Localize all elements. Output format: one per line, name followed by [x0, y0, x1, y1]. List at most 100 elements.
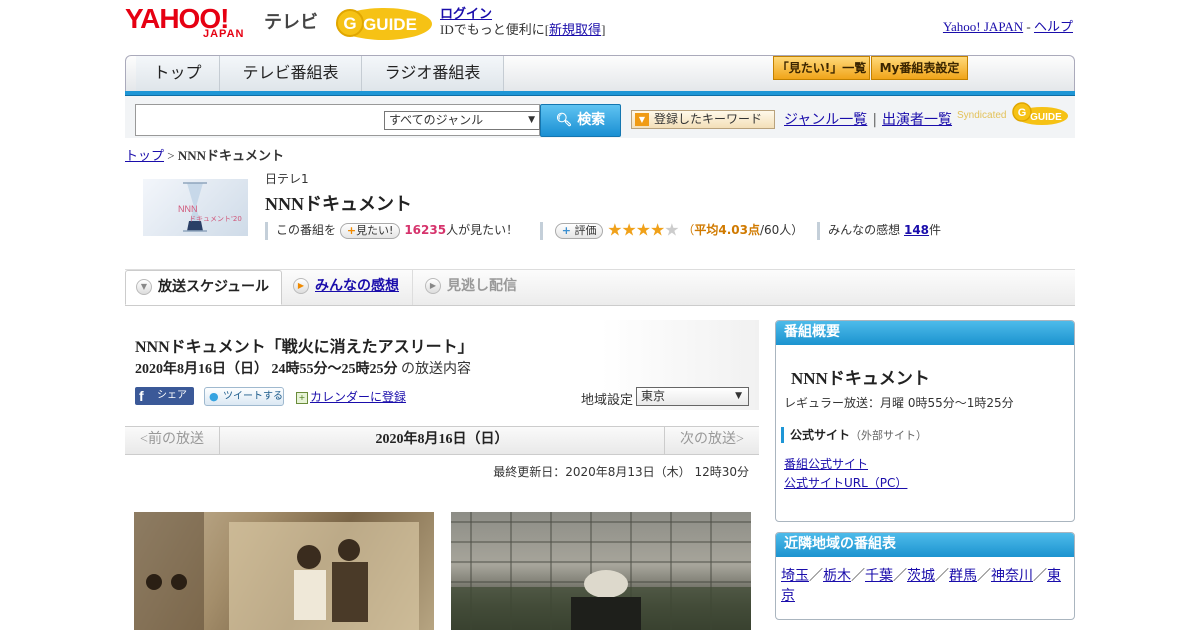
next-broadcast-button[interactable]: 次の放送> — [664, 426, 759, 455]
region-select-value: 東京 — [641, 389, 666, 403]
link-separator: | — [872, 112, 878, 128]
review-count-link[interactable]: 148 — [904, 223, 929, 237]
region-link-kanagawa[interactable]: 神奈川 — [991, 568, 1033, 584]
watch-prefix: この番組を — [276, 223, 337, 237]
calendar-icon: + — [296, 391, 308, 404]
tab-radio-schedule[interactable]: ラジオ番組表 — [362, 56, 504, 91]
registered-keyword-label: 登録したキーワード — [654, 112, 763, 126]
region-label: 地域設定 — [581, 393, 634, 408]
divider — [265, 221, 268, 240]
watch-suffix: 人が見たい！ — [446, 223, 519, 237]
divider — [817, 221, 821, 240]
official-site-url-link[interactable]: 公式サイトURL（PC） — [784, 474, 907, 491]
thumbnail-caption-top: NNN — [178, 204, 198, 214]
twitter-bird-icon: ● — [209, 390, 219, 403]
facebook-share-button[interactable]: f シェア — [135, 387, 194, 405]
thumbnail-caption-bottom: ドキュメント'20 — [189, 215, 242, 223]
help-link[interactable]: ヘルプ — [1034, 19, 1073, 34]
search-icon: 🔍︎ — [555, 113, 573, 128]
region-select[interactable]: 東京 ▼ — [636, 387, 749, 406]
review-suffix: 件 — [929, 223, 942, 237]
tab-schedule[interactable]: ▼ 放送スケジュール — [125, 270, 282, 305]
region-link-chiba[interactable]: 千葉 — [865, 568, 893, 584]
breadcrumb-current: NNNドキュメント — [177, 148, 285, 163]
rate-button[interactable]: + 評価 — [554, 222, 604, 239]
calendar-register[interactable]: + カレンダーに登録 — [296, 388, 406, 405]
genre-select[interactable]: すべてのジャンル ▼ — [384, 111, 540, 130]
last-updated: 最終更新日：2020年8月13日（木） 12時30分 — [493, 465, 749, 479]
tab-missed-streaming[interactable]: ▶ 見逃し配信 — [425, 270, 545, 305]
channel-name: 日テレ1 — [265, 172, 309, 186]
region-link-saitama[interactable]: 埼玉 — [781, 568, 809, 584]
syndicated-label: Syndicated — [957, 110, 1007, 121]
chevron-down-icon: ▼ — [635, 113, 649, 126]
breadcrumb: トップ > NNNドキュメント — [125, 145, 284, 164]
region-link-ibaraki[interactable]: 茨城 — [907, 568, 935, 584]
search-button[interactable]: 🔍︎ 検索 — [540, 104, 621, 137]
star-icon: ★ — [635, 220, 651, 241]
star-icon: ★ — [607, 220, 622, 241]
gguide-logo-text: GUIDE — [363, 15, 417, 34]
tab-top[interactable]: トップ — [136, 56, 220, 91]
chevron-down-icon: ▼ — [528, 115, 535, 125]
chevron-down-icon: ▼ — [735, 391, 742, 401]
calendar-register-link[interactable]: カレンダーに登録 — [310, 390, 406, 404]
svg-text:G: G — [343, 14, 356, 33]
nearby-region-list: 埼玉／栃木／千葉／茨城／群馬／神奈川／東京 — [781, 568, 1061, 604]
region-link-gunma[interactable]: 群馬 — [949, 568, 977, 584]
rating-average: （平均4.03点/60人） — [682, 223, 804, 237]
register-link[interactable]: 新規取得 — [549, 22, 601, 37]
review-prefix: みんなの感想 — [828, 223, 901, 237]
mitai-button-label: 見たい! — [356, 223, 394, 237]
play-icon: ▶ — [425, 278, 441, 294]
star-icon: ★ — [664, 220, 679, 241]
episode-title: NNNドキュメント「戦火に消えたアスリート」 — [135, 339, 474, 356]
gguide-logo[interactable]: G GUIDE — [334, 6, 434, 42]
tab-tv-schedule[interactable]: テレビ番組表 — [220, 56, 362, 91]
episode-photo-vintage — [134, 512, 434, 630]
login-promo-suffix: ] — [601, 22, 606, 37]
yahoo-logo-japan: JAPAN — [203, 28, 245, 40]
breadcrumb-home[interactable]: トップ — [125, 148, 164, 163]
genre-list-link[interactable]: ジャンル一覧 — [784, 112, 867, 128]
region-link-tochigi[interactable]: 栃木 — [823, 568, 851, 584]
chevron-down-icon: ▼ — [136, 279, 152, 295]
login-promo-prefix: IDでもっと便利に[ — [440, 22, 550, 37]
program-stats: この番組を +見たい! 16235人が見たい！ + 評価 ★★★★★ （平均4.… — [265, 220, 942, 241]
star-icon: ★ — [650, 220, 665, 241]
official-site-link[interactable]: 番組公式サイト — [784, 455, 868, 472]
star-icon: ★ — [621, 220, 637, 241]
divider — [539, 221, 543, 240]
performer-list-link[interactable]: 出演者一覧 — [882, 112, 952, 128]
plus-icon: + — [561, 223, 571, 237]
official-site-heading: 公式サイト（外部サイト） — [781, 427, 927, 443]
prev-broadcast-button[interactable]: <前の放送 — [125, 426, 220, 455]
overview-title: NNNドキュメント — [791, 369, 930, 388]
mitai-list-button[interactable]: 「見たい!」一覧 — [773, 56, 870, 80]
login-block: ログイン IDでもっと便利に[新規取得] — [440, 6, 605, 38]
search-links: ジャンル一覧 | 出演者一覧 — [784, 109, 952, 129]
svg-text:G: G — [1018, 107, 1027, 119]
header-links: Yahoo! JAPAN - ヘルプ — [943, 16, 1073, 35]
current-broadcast-date: 2020年8月16日（日） — [375, 432, 509, 447]
login-link[interactable]: ログイン — [440, 6, 492, 21]
gguide-small-logo: G GUIDE — [1012, 101, 1068, 127]
my-schedule-button[interactable]: My番組表設定 — [871, 56, 968, 80]
program-thumbnail: NNN ドキュメント'20 — [143, 179, 248, 236]
header-separator: - — [1026, 19, 1031, 34]
yahoo-japan-link[interactable]: Yahoo! JAPAN — [943, 19, 1023, 34]
rating-stars: ★★★★★ — [607, 220, 679, 241]
nearby-heading: 近隣地域の番組表 — [776, 533, 1074, 557]
mitai-button[interactable]: +見たい! — [339, 222, 401, 239]
genre-select-value: すべてのジャンル — [389, 113, 484, 127]
tweet-button[interactable]: ● ツイートする — [204, 387, 284, 406]
play-icon: ▶ — [293, 278, 309, 294]
watch-count: 16235 — [404, 223, 447, 237]
regular-broadcast: レギュラー放送：月曜 0時55分～1時25分 — [784, 396, 1014, 410]
breadcrumb-separator: > — [167, 148, 175, 163]
tab-reviews[interactable]: ▶ みんなの感想 — [293, 270, 413, 305]
tv-logo-text: テレビ — [264, 12, 318, 33]
registered-keyword-button[interactable]: ▼ 登録したキーワード — [631, 110, 775, 129]
facebook-icon: f — [139, 388, 144, 404]
program-title: NNNドキュメント — [265, 194, 412, 214]
